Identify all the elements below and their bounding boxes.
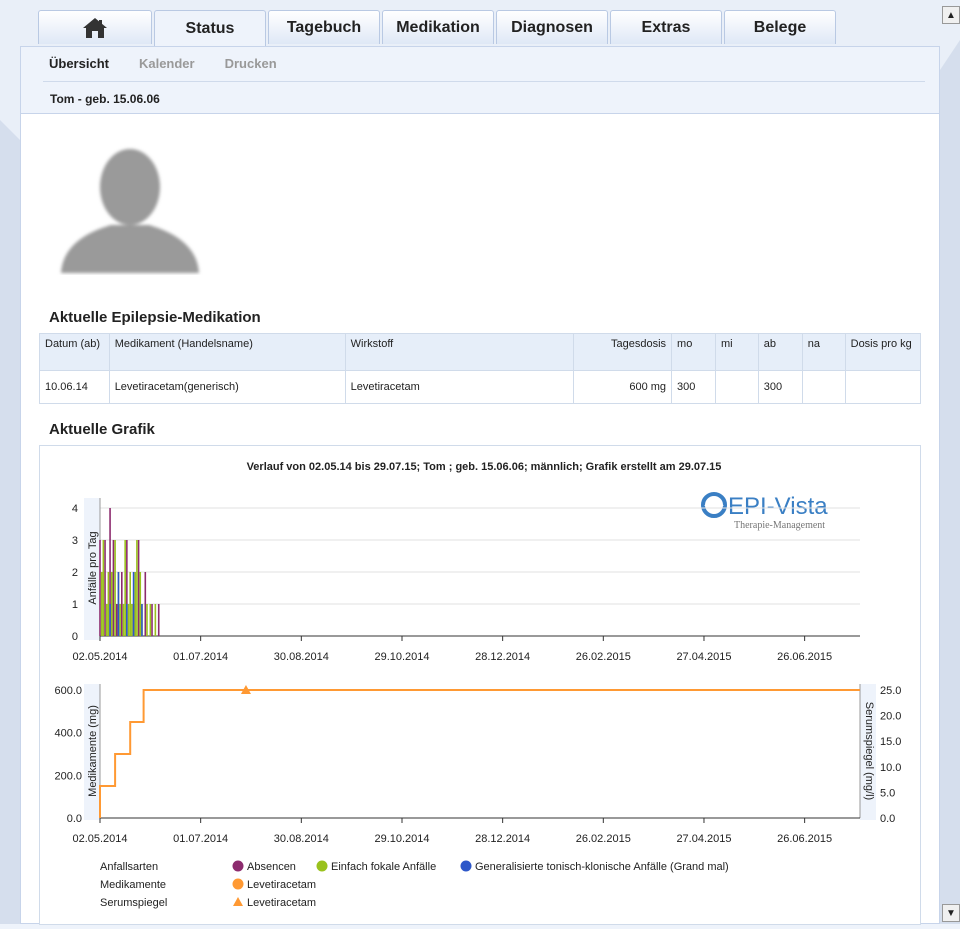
x-tick-bottom: 26.06.2015 [777, 833, 832, 845]
x-tick-top: 28.12.2014 [475, 651, 530, 663]
x-tick-bottom: 29.10.2014 [374, 833, 429, 845]
table-cell [801, 370, 846, 404]
tab-status[interactable]: Status [154, 10, 266, 46]
x-tick-bottom: 30.08.2014 [274, 833, 329, 845]
col-header-7: na [801, 333, 846, 371]
y2-tick-bottom: 20.0 [880, 711, 901, 723]
y2-tick-bottom: 25.0 [880, 685, 901, 697]
y-label-top: Anfälle pro Tag [87, 531, 99, 604]
logo-icon-wave [704, 501, 724, 507]
subtab-1[interactable]: Kalender [139, 56, 195, 71]
legend-row-label: Anfallsarten [100, 861, 158, 873]
medication-line [99, 689, 860, 818]
medication-table: Datum (ab) Medikament (Handelsname) Wirkst… [39, 333, 922, 404]
subtab-2[interactable]: Drucken [225, 56, 277, 71]
x-tick-top: 27.04.2015 [676, 651, 731, 663]
table-cell: 10.06.14 [39, 370, 110, 404]
legend-text: Levetiracetam [247, 879, 316, 891]
home-icon [83, 17, 107, 38]
medication-table-header: Datum (ab) Medikament (Handelsname) Wirkst… [39, 333, 922, 371]
legend-marker [316, 860, 328, 872]
table-cell [844, 370, 922, 404]
table-cell: 300 [671, 370, 716, 404]
chart-canvas: Verlauf von 02.05.14 bis 29.07.15; Tom ;… [54, 461, 901, 909]
subtab-0[interactable]: Übersicht [49, 56, 109, 71]
tab-belege[interactable]: Belege [724, 10, 836, 44]
col-header-2: Wirkstoff [344, 333, 574, 371]
col-header-1: Medikament (Handelsname) [108, 333, 346, 371]
col-header-3: Tagesdosis [572, 333, 673, 371]
x-tick-bottom: 28.12.2014 [475, 833, 530, 845]
col-header-4: mo [671, 333, 716, 371]
legend-row-label: Medikamente [100, 879, 166, 891]
x-tick-top: 30.08.2014 [274, 651, 329, 663]
col-header-5: mi [715, 333, 759, 371]
y-tick-bottom: 200.0 [54, 770, 82, 782]
legend-text: Levetiracetam [247, 897, 316, 909]
x-tick-bottom: 27.04.2015 [676, 833, 731, 845]
table-row: 10.06.14 Levetiracetam(generisch) Levetira… [39, 370, 922, 404]
legend-text: Absencen [247, 861, 296, 873]
col-header-6: ab [757, 333, 803, 371]
table-cell: Levetiracetam(generisch) [108, 370, 346, 404]
col-header-0: Datum (ab) [39, 333, 110, 371]
content-panel: Übersicht Kalender Drucken Tom - geb. 15.0… [20, 46, 940, 925]
table-cell [715, 370, 759, 404]
x-tick-bottom: 01.07.2014 [173, 833, 228, 845]
sub-navigation: Übersicht Kalender Drucken Tom - geb. 15.0… [21, 47, 939, 114]
legend-marker [460, 860, 472, 872]
patient-label: Tom - geb. 15.06.06 [50, 92, 160, 106]
y-tick-bottom: 400.0 [54, 728, 82, 740]
avatar-placeholder [61, 149, 199, 273]
logo-tagline: Therapie-Management [734, 520, 825, 531]
legend-row-label: Serumspiegel [100, 897, 167, 909]
y-tick-top: 1 [72, 599, 78, 611]
y2-tick-bottom: 5.0 [880, 787, 895, 799]
chart-title: Verlauf von 02.05.14 bis 29.07.15; Tom ;… [247, 461, 722, 473]
x-tick-top: 29.10.2014 [374, 651, 429, 663]
y-tick-top: 3 [72, 535, 78, 547]
medication-heading: Aktuelle Epilepsie-Medikation [49, 309, 261, 326]
table-cell: 600 mg [572, 370, 673, 404]
main-tabs: Status Tagebuch Medikation Diagnosen Extras B… [38, 10, 836, 46]
x-tick-top: 02.05.2014 [72, 651, 127, 663]
subnav-divider [43, 81, 925, 82]
legend-marker [232, 860, 244, 872]
tab-home[interactable] [38, 10, 152, 44]
y-tick-bottom: 0.0 [67, 813, 82, 825]
y2-label-bottom: Serumspiegel (mg/l) [863, 702, 875, 800]
legend-marker [232, 878, 244, 890]
x-tick-top: 26.02.2015 [576, 651, 631, 663]
legend-text: Generalisierte tonisch-klonische Anfälle… [475, 861, 729, 873]
x-tick-bottom: 02.05.2014 [72, 833, 127, 845]
y-tick-bottom: 600.0 [54, 685, 82, 697]
app-window: Status Tagebuch Medikation Diagnosen Extras B… [20, 10, 940, 925]
tab-extras[interactable]: Extras [610, 10, 722, 44]
legend-text: Einfach fokale Anfälle [331, 861, 436, 873]
table-cell: 300 [757, 370, 803, 404]
table-cell: Levetiracetam [344, 370, 574, 404]
tab-tagebuch[interactable]: Tagebuch [268, 10, 380, 44]
tab-medikation[interactable]: Medikation [382, 10, 494, 44]
x-tick-bottom: 26.02.2015 [576, 833, 631, 845]
x-tick-top: 26.06.2015 [777, 651, 832, 663]
y2-tick-bottom: 15.0 [880, 736, 901, 748]
graphic-heading: Aktuelle Grafik [49, 421, 155, 438]
y-tick-top: 0 [72, 631, 78, 643]
medication-table-body: 10.06.14 Levetiracetam(generisch) Levetira… [39, 370, 922, 404]
scroll-up-button[interactable]: ▲ [942, 6, 960, 24]
y2-tick-bottom: 0.0 [880, 813, 895, 825]
sub-tabs: Übersicht Kalender Drucken [49, 56, 277, 71]
y-tick-top: 2 [72, 567, 78, 579]
scroll-down-button[interactable]: ▼ [942, 904, 960, 922]
y-tick-top: 4 [72, 503, 78, 515]
tab-diagnosen[interactable]: Diagnosen [496, 10, 608, 44]
col-header-8: Dosis pro kg [844, 333, 922, 371]
y2-tick-bottom: 10.0 [880, 762, 901, 774]
logo-text: EPI-Vista [728, 493, 828, 520]
y-label-bottom: Medikamente (mg) [87, 705, 99, 797]
x-tick-top: 01.07.2014 [173, 651, 228, 663]
chart-container: Verlauf von 02.05.14 bis 29.07.15; Tom ;… [39, 445, 921, 925]
legend-marker [233, 897, 243, 906]
